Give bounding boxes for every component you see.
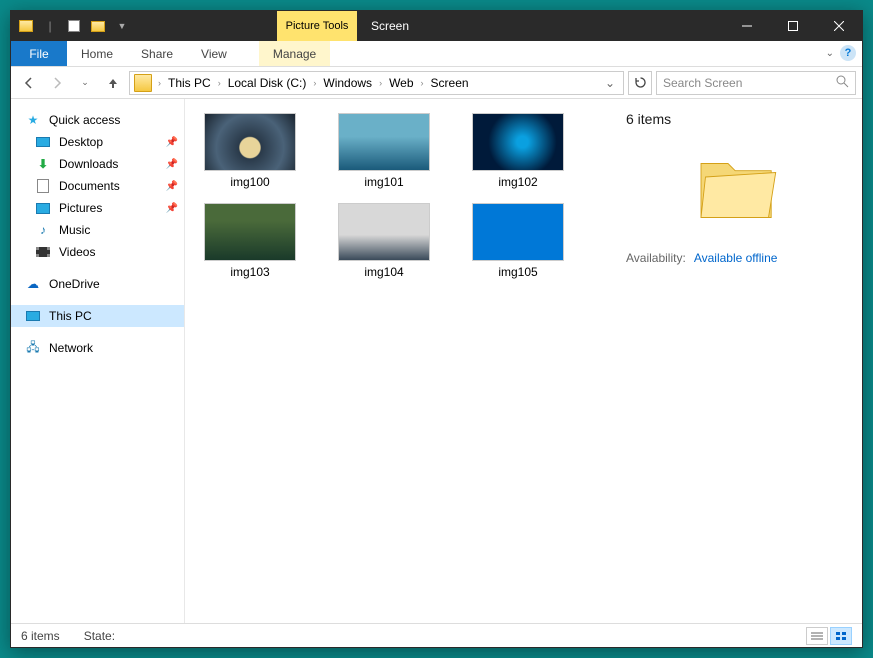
pin-icon: 📌 [166, 181, 178, 192]
sidebar-item-pictures[interactable]: Pictures 📌 [11, 197, 184, 219]
details-view-button[interactable] [806, 627, 828, 645]
breadcrumb-segment[interactable]: Windows [320, 76, 375, 90]
chevron-right-icon[interactable]: › [156, 78, 163, 88]
properties-icon[interactable] [63, 15, 85, 37]
breadcrumb[interactable]: › This PC › Local Disk (C:) › Windows › … [129, 71, 624, 95]
search-icon [836, 75, 849, 91]
forward-button [45, 71, 69, 95]
file-item[interactable]: img102 [463, 113, 573, 189]
window-title: Screen [357, 11, 724, 41]
tab-share[interactable]: Share [127, 41, 187, 66]
chevron-right-icon[interactable]: › [377, 78, 384, 88]
window-controls [724, 11, 862, 41]
thumbnail-icon [204, 113, 296, 171]
desktop-icon [35, 134, 51, 150]
recent-locations-icon[interactable]: ⌄ [73, 71, 97, 95]
pin-icon: 📌 [166, 137, 178, 148]
file-item[interactable]: img105 [463, 203, 573, 279]
thumbnail-icon [338, 113, 430, 171]
details-heading: 6 items [626, 111, 848, 127]
tab-manage[interactable]: Manage [259, 41, 330, 66]
contextual-tab-label: Picture Tools [277, 11, 357, 41]
up-button[interactable] [101, 71, 125, 95]
status-state-label: State: [84, 629, 115, 643]
qat-divider: | [39, 15, 61, 37]
sidebar-item-network[interactable]: 🖧 Network [11, 337, 184, 359]
tab-home[interactable]: Home [67, 41, 127, 66]
sidebar-item-downloads[interactable]: ⬇ Downloads 📌 [11, 153, 184, 175]
file-item[interactable]: img100 [195, 113, 305, 189]
breadcrumb-dropdown-icon[interactable]: ⌄ [599, 76, 621, 90]
thumbnail-icon [472, 113, 564, 171]
explorer-window: | ▼ Picture Tools Screen File Home Sh [10, 10, 863, 648]
file-name: img102 [498, 175, 537, 189]
availability-value: Available offline [694, 251, 778, 265]
expand-ribbon-icon[interactable]: ⌄ [826, 48, 834, 59]
help-icon[interactable]: ? [840, 45, 856, 61]
videos-icon [35, 244, 51, 260]
pictures-icon [35, 200, 51, 216]
thumbnail-icon [338, 203, 430, 261]
file-name: img104 [364, 265, 403, 279]
star-icon: ★ [25, 112, 41, 128]
breadcrumb-segment[interactable]: Screen [428, 76, 472, 90]
cloud-icon: ☁ [25, 276, 41, 292]
folder-icon [15, 15, 37, 37]
status-item-count: 6 items [21, 629, 60, 643]
sidebar-item-desktop[interactable]: Desktop 📌 [11, 131, 184, 153]
pin-icon: 📌 [166, 203, 178, 214]
sidebar-item-documents[interactable]: Documents 📌 [11, 175, 184, 197]
pin-icon: 📌 [166, 159, 178, 170]
quick-access-toolbar: | ▼ [11, 11, 137, 41]
tab-view[interactable]: View [187, 41, 241, 66]
details-pane: 6 items Availability: Available offline [612, 99, 862, 623]
sidebar-item-music[interactable]: ♪ Music [11, 219, 184, 241]
search-input[interactable]: Search Screen [656, 71, 856, 95]
breadcrumb-segment[interactable]: Local Disk (C:) [225, 76, 310, 90]
file-name: img100 [230, 175, 269, 189]
titlebar[interactable]: | ▼ Picture Tools Screen [11, 11, 862, 41]
refresh-button[interactable] [628, 71, 652, 95]
search-placeholder: Search Screen [663, 76, 836, 90]
minimize-button[interactable] [724, 11, 770, 41]
file-name: img105 [498, 265, 537, 279]
ribbon-tabs: File Home Share View Manage ⌄ ? [11, 41, 862, 67]
availability-label: Availability: [626, 251, 686, 265]
address-bar: ⌄ › This PC › Local Disk (C:) › Windows … [11, 67, 862, 99]
thumbnails-view-button[interactable] [830, 627, 852, 645]
file-item[interactable]: img101 [329, 113, 439, 189]
downloads-icon: ⬇ [35, 156, 51, 172]
maximize-button[interactable] [770, 11, 816, 41]
thumbnail-icon [204, 203, 296, 261]
file-tab[interactable]: File [11, 41, 67, 66]
new-folder-icon[interactable] [87, 15, 109, 37]
documents-icon [35, 178, 51, 194]
file-name: img101 [364, 175, 403, 189]
network-icon: 🖧 [25, 340, 41, 356]
qat-customize-icon[interactable]: ▼ [111, 15, 133, 37]
back-button[interactable] [17, 71, 41, 95]
breadcrumb-segment[interactable]: Web [386, 76, 416, 90]
thumbnail-icon [472, 203, 564, 261]
music-icon: ♪ [35, 222, 51, 238]
status-bar: 6 items State: [11, 623, 862, 647]
file-item[interactable]: img104 [329, 203, 439, 279]
computer-icon [25, 308, 41, 324]
chevron-right-icon[interactable]: › [311, 78, 318, 88]
navigation-pane: ★ Quick access Desktop 📌 ⬇ Downloads 📌 D… [11, 99, 185, 623]
breadcrumb-segment[interactable]: This PC [165, 76, 214, 90]
file-name: img103 [230, 265, 269, 279]
folder-large-icon [692, 141, 782, 231]
sidebar-item-quick-access[interactable]: ★ Quick access [11, 109, 184, 131]
breadcrumb-folder-icon [134, 74, 152, 92]
sidebar-item-this-pc[interactable]: This PC [11, 305, 184, 327]
chevron-right-icon[interactable]: › [419, 78, 426, 88]
sidebar-item-onedrive[interactable]: ☁ OneDrive [11, 273, 184, 295]
chevron-right-icon[interactable]: › [216, 78, 223, 88]
file-item[interactable]: img103 [195, 203, 305, 279]
close-button[interactable] [816, 11, 862, 41]
sidebar-item-videos[interactable]: Videos [11, 241, 184, 263]
items-view[interactable]: img100 img101 img102 img103 img104 img10… [185, 99, 612, 623]
